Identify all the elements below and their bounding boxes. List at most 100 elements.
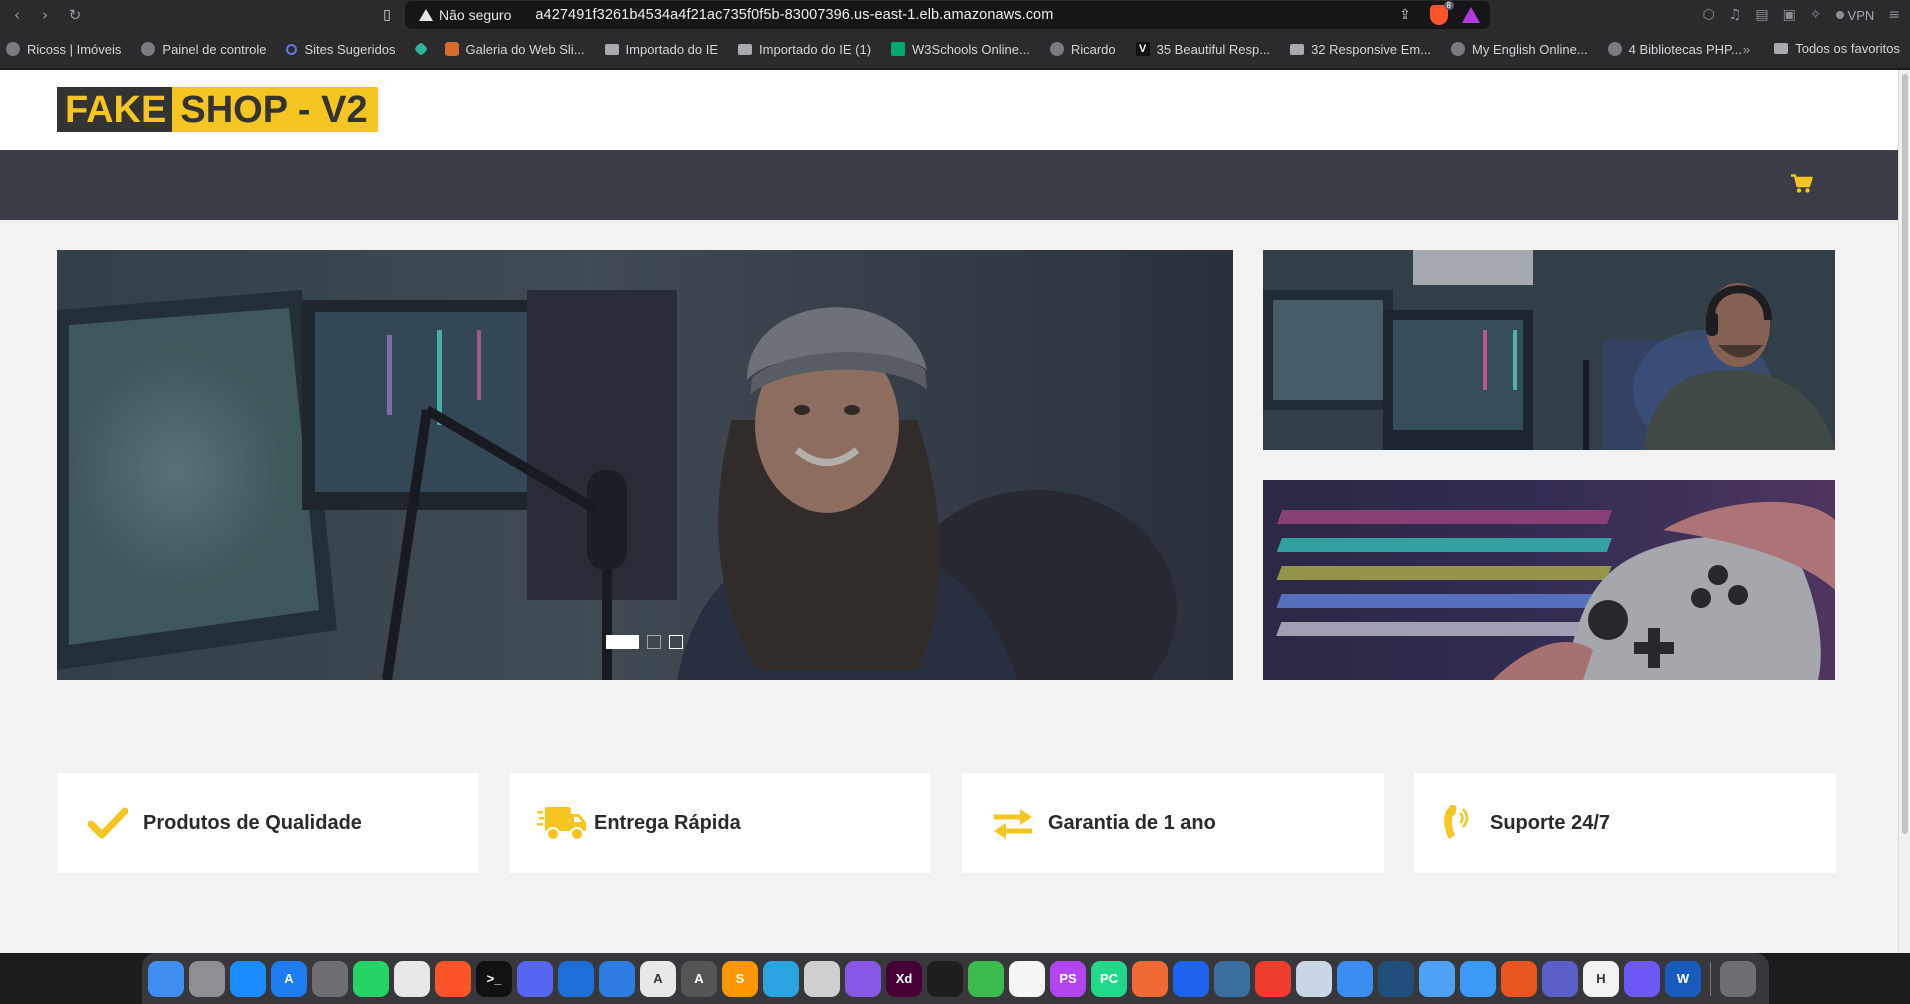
- trash-icon[interactable]: [1720, 960, 1756, 997]
- adobe-xd-icon[interactable]: Xd: [886, 960, 922, 997]
- cart-icon[interactable]: [1791, 174, 1813, 194]
- bookmark-folder[interactable]: Importado do IE (1): [738, 42, 871, 57]
- bookmark-item[interactable]: Galeria do Web Sli...: [444, 41, 585, 57]
- carousel-indicator-1[interactable]: [606, 635, 639, 649]
- chrome-icon[interactable]: [394, 960, 430, 997]
- promo-image-gamer[interactable]: [1263, 250, 1835, 450]
- back-icon[interactable]: ‹: [4, 2, 30, 28]
- phpstorm-icon[interactable]: PS: [1050, 960, 1086, 997]
- bookmark-item[interactable]: Ricoss | Imóveis: [6, 42, 121, 57]
- bookmark-item[interactable]: [413, 41, 435, 57]
- media-icon[interactable]: ♫: [1729, 7, 1742, 23]
- security-indicator[interactable]: Não seguro: [419, 7, 511, 23]
- bookmark-page-icon[interactable]: ▯: [375, 3, 399, 27]
- bookmark-item[interactable]: W3Schools Online...: [891, 42, 1030, 57]
- bookmark-item[interactable]: V 35 Beautiful Resp...: [1135, 41, 1271, 57]
- chart-icon: [1290, 43, 1305, 55]
- carousel-indicator-3[interactable]: [669, 635, 683, 649]
- xcode-icon[interactable]: [558, 960, 594, 997]
- figma-icon[interactable]: [927, 960, 963, 997]
- heroku-icon[interactable]: H: [1583, 960, 1619, 997]
- dbeaver-icon[interactable]: [1214, 960, 1250, 997]
- pen-tool-icon[interactable]: [1132, 960, 1168, 997]
- brave-shields-icon[interactable]: 8: [1430, 1, 1454, 25]
- vpn-button[interactable]: VPN: [1835, 8, 1874, 23]
- github-icon[interactable]: [845, 960, 881, 997]
- all-favorites-folder[interactable]: Todos os favoritos: [1774, 41, 1900, 56]
- home-icon[interactable]: [1419, 960, 1455, 997]
- globe-icon: [6, 42, 20, 56]
- utility-icon[interactable]: [804, 960, 840, 997]
- bookmark-item[interactable]: 4 Bibliotecas PHP...: [1607, 42, 1742, 57]
- feature-label: Garantia de 1 ano: [1048, 811, 1216, 834]
- gem-icon: [413, 41, 428, 57]
- hero-carousel[interactable]: [57, 250, 1233, 680]
- launchpad-icon[interactable]: [189, 960, 225, 997]
- bookmark-label: 35 Beautiful Resp...: [1156, 41, 1271, 57]
- dock-separator: [1710, 961, 1711, 996]
- url-text[interactable]: a427491f3261b4534a4f21ac735f0f5b-8300739…: [535, 7, 1053, 23]
- postgres-icon[interactable]: [1296, 960, 1332, 997]
- simulator-icon[interactable]: [599, 960, 635, 997]
- site-logo[interactable]: FAKE SHOP - V2: [57, 87, 378, 132]
- system-settings-icon[interactable]: [312, 960, 348, 997]
- bookmark-item[interactable]: 32 Responsive Em...: [1290, 42, 1431, 57]
- brave-icon[interactable]: [435, 960, 471, 997]
- reload-icon[interactable]: ↻: [62, 2, 88, 28]
- mysql-workbench-icon[interactable]: [1378, 960, 1414, 997]
- pycharm-icon[interactable]: PC: [1091, 960, 1127, 997]
- bookmark-label: Importado do IE: [625, 41, 719, 57]
- bookmark-item[interactable]: Painel de controle: [141, 42, 266, 57]
- instruments-icon[interactable]: A: [640, 960, 676, 997]
- logo-part2: SHOP - V2: [180, 89, 368, 131]
- bookmark-label: Galeria do Web Sli...: [465, 41, 585, 57]
- v-icon: V: [1135, 42, 1150, 56]
- teams-icon[interactable]: [1542, 960, 1578, 997]
- bookmarks-bar: Ricoss | Imóveis Painel de controle Site…: [0, 30, 1910, 69]
- bookmark-label: W3Schools Online...: [912, 41, 1030, 57]
- safari-icon[interactable]: [230, 960, 266, 997]
- swift-icon[interactable]: [1460, 960, 1496, 997]
- security-label: Não seguro: [439, 7, 512, 23]
- bookmark-label: Painel de controle: [162, 41, 267, 57]
- font-book-icon[interactable]: A: [681, 960, 717, 997]
- share-icon[interactable]: ⇪: [1394, 4, 1416, 26]
- sublime-icon[interactable]: S: [722, 960, 758, 997]
- promo-image-controller[interactable]: [1263, 480, 1835, 680]
- address-bar[interactable]: Não seguro a427491f3261b4534a4f21ac735f0…: [405, 1, 1490, 29]
- loop-icon[interactable]: [1624, 960, 1660, 997]
- vscode-icon[interactable]: [1009, 960, 1045, 997]
- bookmark-item[interactable]: Sites Sugeridos: [286, 42, 396, 57]
- cloud-icon[interactable]: [968, 960, 1004, 997]
- bookmark-label: Ricardo: [1070, 41, 1116, 57]
- feature-label: Suporte 24/7: [1490, 811, 1611, 834]
- sidebar-icon[interactable]: ▤: [1755, 7, 1768, 23]
- whatsapp-icon[interactable]: [353, 960, 389, 997]
- extensions-icon[interactable]: ⬡: [1703, 7, 1715, 23]
- app-store-icon[interactable]: A: [271, 960, 307, 997]
- carousel-indicator-2[interactable]: [647, 635, 661, 649]
- docker-icon[interactable]: [1173, 960, 1209, 997]
- brave-rewards-icon[interactable]: [1462, 7, 1480, 23]
- bookmark-folder[interactable]: Importado do IE: [604, 41, 719, 57]
- bookmark-item[interactable]: Ricardo: [1049, 41, 1116, 57]
- paint-icon: [444, 42, 459, 56]
- bookmarks-overflow-icon[interactable]: »: [1743, 42, 1750, 57]
- telegram-icon[interactable]: [763, 960, 799, 997]
- word-icon[interactable]: W: [1665, 960, 1701, 997]
- forward-icon[interactable]: ›: [32, 2, 58, 28]
- page-scrollbar[interactable]: [1898, 70, 1910, 953]
- bookmark-item[interactable]: My English Online...: [1451, 42, 1588, 57]
- terminal-icon[interactable]: >_: [476, 960, 512, 997]
- bookmark-label: My English Online...: [1472, 41, 1588, 57]
- discord-icon[interactable]: [517, 960, 553, 997]
- leo-icon[interactable]: ✧: [1810, 7, 1822, 23]
- menu-icon[interactable]: ≡: [1888, 7, 1900, 23]
- mail-icon[interactable]: [1337, 960, 1373, 997]
- bookmark-label: Ricoss | Imóveis: [27, 41, 122, 57]
- git-icon[interactable]: [1255, 960, 1291, 997]
- wallet-icon[interactable]: ▣: [1783, 7, 1796, 23]
- scroll-thumb[interactable]: [1902, 74, 1908, 834]
- ubuntu-icon[interactable]: [1501, 960, 1537, 997]
- finder-icon[interactable]: [148, 960, 184, 997]
